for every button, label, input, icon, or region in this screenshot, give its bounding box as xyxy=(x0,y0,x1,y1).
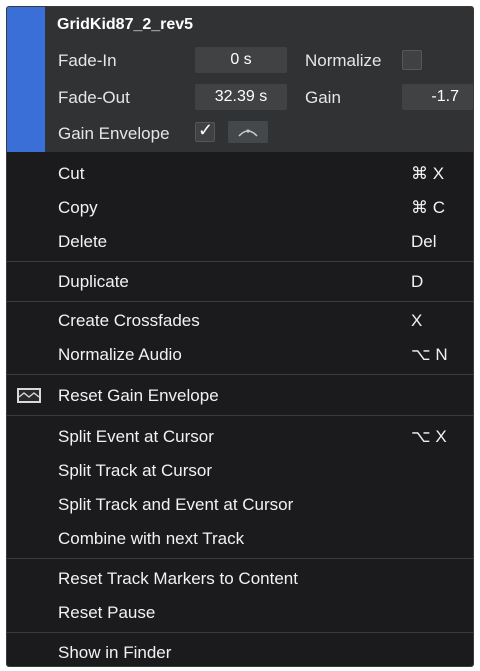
menu-item-reset-gain-envelope[interactable]: Reset Gain Envelope xyxy=(7,379,473,412)
menu-item-show-in-finder[interactable]: Show in Finder xyxy=(7,636,473,666)
menu-item-label: Show in Finder xyxy=(58,643,172,662)
normalize-checkbox[interactable] xyxy=(402,50,422,70)
menu-item-shortcut: ⌘ X xyxy=(411,164,445,183)
menu-item-label: Copy xyxy=(58,198,98,217)
menu-item-shortcut: ⌘ C xyxy=(411,198,445,217)
menu-item-split-track-at-cursor[interactable]: Split Track at Cursor xyxy=(7,454,473,487)
menu-item-label: Reset Track Markers to Content xyxy=(58,569,298,588)
event-name: GridKid87_2_rev5 xyxy=(57,16,194,33)
menu-item-duplicate[interactable]: Duplicate D xyxy=(7,265,473,298)
menu-item-label: Split Event at Cursor xyxy=(58,427,214,446)
menu-item-label: Create Crossfades xyxy=(58,311,200,330)
event-inspector-header: GridKid87_2_rev5 Fade-In 0 s Normalize F… xyxy=(7,7,473,152)
context-menu: GridKid87_2_rev5 Fade-In 0 s Normalize F… xyxy=(6,6,474,667)
menu-item-label: Cut xyxy=(58,164,85,183)
menu-separator xyxy=(7,632,473,633)
menu-item-label: Split Track and Event at Cursor xyxy=(58,495,294,514)
menu-item-cut[interactable]: Cut ⌘ X xyxy=(7,157,473,190)
menu-item-split-event-at-cursor[interactable]: Split Event at Cursor ⌥ X xyxy=(7,420,473,453)
gain-envelope-label: Gain Envelope xyxy=(58,124,170,143)
menu-item-split-track-and-event[interactable]: Split Track and Event at Cursor xyxy=(7,488,473,521)
menu-item-create-crossfades[interactable]: Create Crossfades X xyxy=(7,304,473,337)
fade-in-label: Fade-In xyxy=(58,51,117,70)
gain-envelope-checkbox[interactable]: ✓ xyxy=(195,120,215,142)
event-color-strip xyxy=(7,7,45,152)
menu-item-label: Duplicate xyxy=(58,272,129,291)
menu-item-combine-with-next-track[interactable]: Combine with next Track xyxy=(7,522,473,555)
menu-separator xyxy=(7,374,473,375)
menu-item-shortcut: ⌥ X xyxy=(411,427,447,446)
gain-label: Gain xyxy=(305,88,341,107)
menu-item-shortcut: ⌥ N xyxy=(411,345,448,364)
gain-field[interactable]: -1.7 xyxy=(402,84,473,110)
envelope-preset-button[interactable] xyxy=(228,121,268,143)
menu-item-delete[interactable]: Delete Del xyxy=(7,225,473,258)
menu-item-label: Reset Gain Envelope xyxy=(58,386,219,405)
fade-out-label: Fade-Out xyxy=(58,88,130,107)
checkmark-icon: ✓ xyxy=(198,120,214,140)
menu-separator xyxy=(7,301,473,302)
menu-item-shortcut: X xyxy=(411,311,423,330)
envelope-curve-icon xyxy=(238,129,258,137)
menu-item-reset-pause[interactable]: Reset Pause xyxy=(7,596,473,629)
menu-separator xyxy=(7,261,473,262)
menu-item-shortcut: Del xyxy=(411,232,437,251)
menu-item-label: Reset Pause xyxy=(58,603,156,622)
menu-item-label: Combine with next Track xyxy=(58,529,245,548)
gain-envelope-icon xyxy=(17,388,41,403)
fade-in-field[interactable]: 0 s xyxy=(195,47,287,73)
fade-out-field[interactable]: 32.39 s xyxy=(195,84,287,110)
menu-item-copy[interactable]: Copy ⌘ C xyxy=(7,191,473,224)
menu-item-reset-track-markers[interactable]: Reset Track Markers to Content xyxy=(7,562,473,595)
menu-item-normalize-audio[interactable]: Normalize Audio ⌥ N xyxy=(7,338,473,371)
menu-item-label: Split Track at Cursor xyxy=(58,461,212,480)
menu-item-label: Delete xyxy=(58,232,108,251)
menu-separator xyxy=(7,415,473,416)
menu-item-shortcut: D xyxy=(411,272,424,291)
menu-item-label: Normalize Audio xyxy=(58,345,182,364)
normalize-label: Normalize xyxy=(305,51,382,70)
menu-separator xyxy=(7,558,473,559)
